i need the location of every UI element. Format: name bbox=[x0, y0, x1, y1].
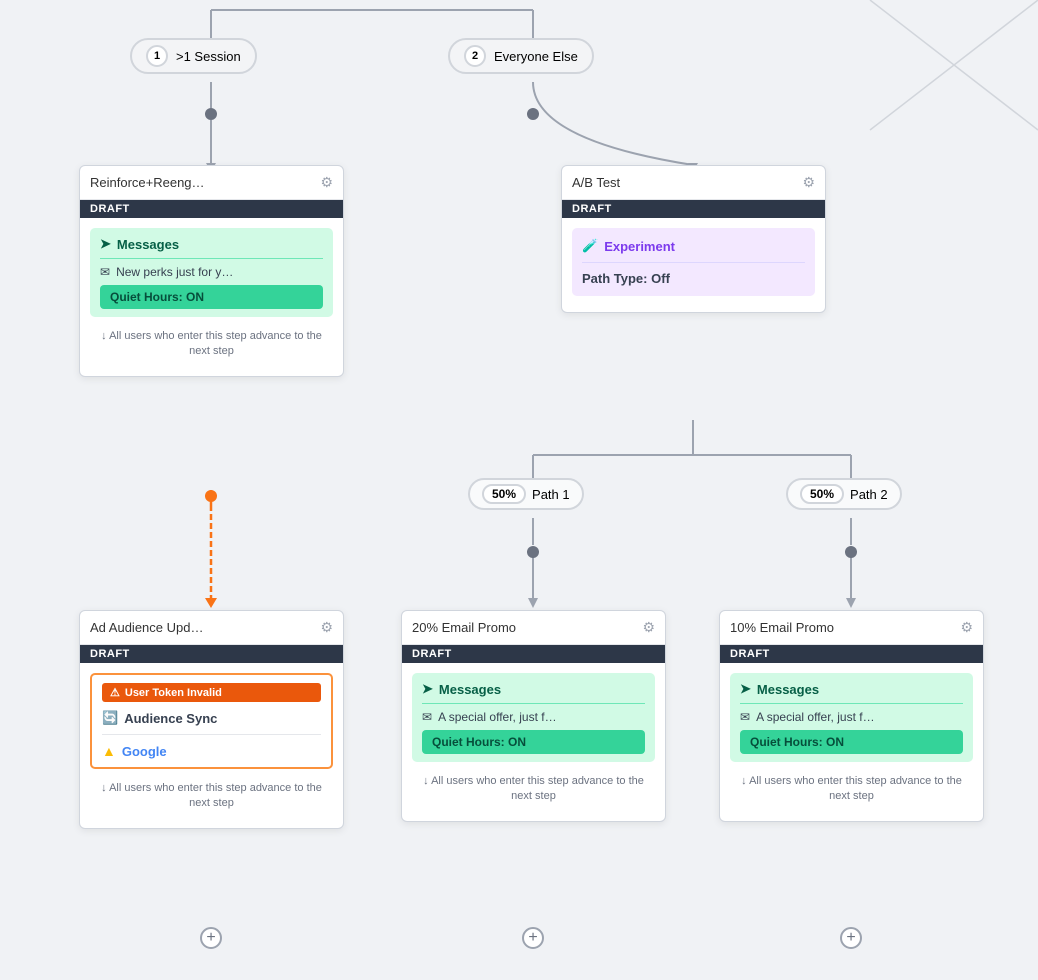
branch-1-pill[interactable]: 1 >1 Session bbox=[130, 38, 257, 74]
branch-1-label: >1 Session bbox=[176, 49, 241, 64]
reinforce-body: ➤ Messages ✉ New perks just for y… Quiet… bbox=[80, 218, 343, 376]
ab-test-body: 🧪 Experiment Path Type: Off bbox=[562, 218, 825, 312]
email-promo-20-node: 20% Email Promo ⚙ DRAFT ➤ Messages ✉ A s… bbox=[401, 610, 666, 822]
ab-test-node: A/B Test ⚙ DRAFT 🧪 Experiment Path Type:… bbox=[561, 165, 826, 313]
send-icon-2: ➤ bbox=[422, 681, 433, 697]
path-1-label: Path 1 bbox=[532, 487, 570, 502]
sync-icon: 🔄 bbox=[102, 710, 118, 726]
branch-2-label: Everyone Else bbox=[494, 49, 578, 64]
path-2-pill[interactable]: 50% Path 2 bbox=[786, 478, 902, 510]
email-promo-10-draft: DRAFT bbox=[720, 645, 983, 663]
add-button-promo-20[interactable]: + bbox=[522, 927, 544, 949]
plus-icon: + bbox=[206, 929, 215, 947]
reinforce-header: Reinforce+Reeng… ⚙ bbox=[80, 166, 343, 200]
reinforce-draft: DRAFT bbox=[80, 200, 343, 218]
audience-sync-block: ⚠ User Token Invalid 🔄 Audience Sync ▲ G… bbox=[90, 673, 333, 769]
email-promo-20-messages-block: ➤ Messages ✉ A special offer, just f… Qu… bbox=[412, 673, 655, 762]
connector-dot-1 bbox=[205, 108, 217, 120]
email-promo-20-body: ➤ Messages ✉ A special offer, just f… Qu… bbox=[402, 663, 665, 821]
ad-audience-footer: ↓ All users who enter this step advance … bbox=[90, 775, 333, 818]
ad-audience-gear-icon[interactable]: ⚙ bbox=[320, 619, 333, 636]
email-promo-10-message-row: ✉ A special offer, just f… bbox=[740, 710, 963, 724]
reinforce-quiet-hours: Quiet Hours: ON bbox=[100, 285, 323, 309]
email-promo-10-header: 10% Email Promo ⚙ bbox=[720, 611, 983, 645]
email-promo-20-quiet-hours: Quiet Hours: ON bbox=[422, 730, 645, 754]
reinforce-messages-block: ➤ Messages ✉ New perks just for y… Quiet… bbox=[90, 228, 333, 317]
experiment-title: 🧪 Experiment bbox=[582, 238, 805, 263]
envelope-icon-2: ✉ bbox=[422, 710, 432, 724]
send-icon: ➤ bbox=[100, 236, 111, 252]
ab-test-title: A/B Test bbox=[572, 175, 620, 190]
ad-audience-header: Ad Audience Upd… ⚙ bbox=[80, 611, 343, 645]
path-type-row: Path Type: Off bbox=[582, 271, 805, 286]
branch-2-pill[interactable]: 2 Everyone Else bbox=[448, 38, 594, 74]
add-button-promo-10[interactable]: + bbox=[840, 927, 862, 949]
path-1-pct: 50% bbox=[482, 484, 526, 504]
email-promo-20-message-row: ✉ A special offer, just f… bbox=[422, 710, 645, 724]
google-icon: ▲ bbox=[102, 743, 116, 759]
path-2-label: Path 2 bbox=[850, 487, 888, 502]
orange-connector-dot bbox=[205, 490, 217, 502]
path-2-pct: 50% bbox=[800, 484, 844, 504]
path-2-connector-dot bbox=[845, 546, 857, 558]
experiment-block: 🧪 Experiment Path Type: Off bbox=[572, 228, 815, 296]
email-promo-20-title: 20% Email Promo bbox=[412, 620, 516, 635]
email-promo-10-messages-block: ➤ Messages ✉ A special offer, just f… Qu… bbox=[730, 673, 973, 762]
send-icon-3: ➤ bbox=[740, 681, 751, 697]
email-promo-10-gear-icon[interactable]: ⚙ bbox=[960, 619, 973, 636]
branch-2-number: 2 bbox=[464, 45, 486, 67]
email-promo-20-draft: DRAFT bbox=[402, 645, 665, 663]
reinforce-node: Reinforce+Reeng… ⚙ DRAFT ➤ Messages ✉ Ne… bbox=[79, 165, 344, 377]
envelope-icon: ✉ bbox=[100, 265, 110, 279]
email-promo-20-header: 20% Email Promo ⚙ bbox=[402, 611, 665, 645]
email-promo-20-footer: ↓ All users who enter this step advance … bbox=[412, 768, 655, 811]
ad-audience-node: Ad Audience Upd… ⚙ DRAFT ⚠ User Token In… bbox=[79, 610, 344, 829]
email-promo-20-gear-icon[interactable]: ⚙ bbox=[642, 619, 655, 636]
workflow-canvas: 1 >1 Session 2 Everyone Else Reinforce+R… bbox=[0, 0, 1038, 980]
ad-audience-title: Ad Audience Upd… bbox=[90, 620, 203, 635]
ab-test-gear-icon[interactable]: ⚙ bbox=[802, 174, 815, 191]
plus-icon-2: + bbox=[528, 929, 537, 947]
email-promo-10-node: 10% Email Promo ⚙ DRAFT ➤ Messages ✉ A s… bbox=[719, 610, 984, 822]
ad-audience-draft: DRAFT bbox=[80, 645, 343, 663]
connector-dot-2 bbox=[527, 108, 539, 120]
email-promo-10-messages-title: ➤ Messages bbox=[740, 681, 963, 704]
path-1-pill[interactable]: 50% Path 1 bbox=[468, 478, 584, 510]
path-1-connector-dot bbox=[527, 546, 539, 558]
branch-1-number: 1 bbox=[146, 45, 168, 67]
reinforce-messages-title: ➤ Messages bbox=[100, 236, 323, 259]
warning-icon: ⚠ bbox=[110, 686, 120, 699]
add-button-ad-audience[interactable]: + bbox=[200, 927, 222, 949]
email-promo-10-title: 10% Email Promo bbox=[730, 620, 834, 635]
reinforce-message-row: ✉ New perks just for y… bbox=[100, 265, 323, 279]
ab-test-draft: DRAFT bbox=[562, 200, 825, 218]
plus-icon-3: + bbox=[846, 929, 855, 947]
flask-icon: 🧪 bbox=[582, 238, 598, 254]
ad-audience-body: ⚠ User Token Invalid 🔄 Audience Sync ▲ G… bbox=[80, 663, 343, 828]
email-promo-10-footer: ↓ All users who enter this step advance … bbox=[730, 768, 973, 811]
email-promo-10-body: ➤ Messages ✉ A special offer, just f… Qu… bbox=[720, 663, 983, 821]
envelope-icon-3: ✉ bbox=[740, 710, 750, 724]
google-row: ▲ Google bbox=[102, 743, 321, 759]
audience-sync-row: 🔄 Audience Sync bbox=[102, 710, 321, 735]
reinforce-footer: ↓ All users who enter this step advance … bbox=[90, 323, 333, 366]
user-token-invalid-badge: ⚠ User Token Invalid bbox=[102, 683, 321, 702]
reinforce-gear-icon[interactable]: ⚙ bbox=[320, 174, 333, 191]
email-promo-10-quiet-hours: Quiet Hours: ON bbox=[740, 730, 963, 754]
ab-test-header: A/B Test ⚙ bbox=[562, 166, 825, 200]
reinforce-title: Reinforce+Reeng… bbox=[90, 175, 205, 190]
email-promo-20-messages-title: ➤ Messages bbox=[422, 681, 645, 704]
